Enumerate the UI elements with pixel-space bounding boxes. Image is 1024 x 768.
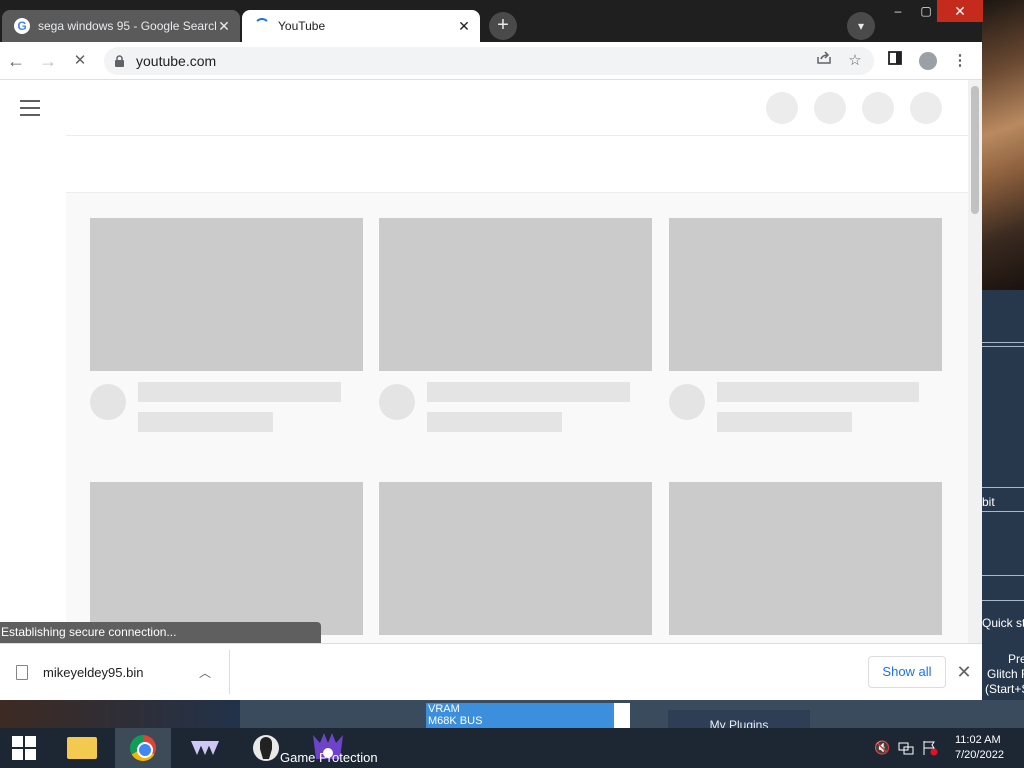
video-thumbnail-placeholder[interactable]	[669, 482, 942, 635]
tab-search-button[interactable]: ▾	[847, 12, 875, 40]
vram-label: VRAM	[428, 703, 460, 715]
browser-window: G sega windows 95 - Google Search ✕ YouT…	[0, 0, 983, 700]
download-file-name: mikeyeldey95.bin	[43, 664, 144, 680]
header-placeholder-circle	[814, 92, 846, 124]
loading-spinner-icon	[254, 18, 270, 34]
forward-button[interactable]: →	[37, 50, 59, 72]
header-placeholder-circle	[910, 92, 942, 124]
bg-label-pre: Pre	[1008, 652, 1024, 666]
m68k-bus-label: M68K BUS	[428, 715, 483, 727]
page-scrollbar[interactable]	[968, 80, 982, 643]
scrollbar-thumb[interactable]	[971, 86, 979, 214]
start-button[interactable]	[0, 728, 48, 768]
downloads-bar: mikeyeldey95.bin ︿ Show all ✕	[0, 643, 982, 700]
video-thumbnail-placeholder[interactable]	[379, 218, 652, 371]
header-placeholder-circle	[862, 92, 894, 124]
network-icon[interactable]	[898, 740, 914, 759]
new-tab-button[interactable]: +	[489, 12, 517, 40]
title-placeholder	[717, 382, 919, 402]
status-bubble: Establishing secure connection...	[0, 622, 321, 643]
download-item[interactable]: mikeyeldey95.bin ︿	[0, 650, 230, 694]
triangle-logo-icon	[191, 741, 219, 755]
file-icon	[16, 664, 28, 680]
lock-icon	[114, 55, 126, 67]
background-strip	[614, 703, 630, 728]
channel-avatar-placeholder	[669, 384, 705, 420]
video-thumbnail-placeholder[interactable]	[669, 218, 942, 371]
page-viewport	[0, 80, 968, 643]
bookmark-star-icon[interactable]: ☆	[845, 51, 865, 71]
bg-label-bit: bit	[982, 495, 995, 509]
show-all-button[interactable]: Show all	[868, 656, 946, 688]
video-thumbnail-placeholder[interactable]	[90, 482, 363, 635]
profile-avatar[interactable]	[918, 51, 938, 71]
hamburger-menu-icon[interactable]	[20, 100, 40, 116]
channel-avatar-placeholder	[379, 384, 415, 420]
meta-placeholder	[138, 412, 273, 432]
back-button[interactable]: ←	[5, 50, 27, 72]
close-tab-icon[interactable]: ✕	[216, 18, 232, 34]
chrome-menu-icon[interactable]: ⋮	[950, 51, 970, 71]
channel-avatar-placeholder	[90, 384, 126, 420]
bg-label-glitch: Glitch F	[987, 667, 1024, 681]
chevron-up-icon[interactable]: ︿	[193, 664, 217, 681]
video-thumbnail-placeholder[interactable]	[90, 218, 363, 371]
title-placeholder	[138, 382, 341, 402]
tab-youtube[interactable]: YouTube ✕	[242, 10, 480, 42]
tab-title: YouTube	[278, 19, 326, 33]
address-bar[interactable]: youtube.com	[104, 47, 874, 75]
minimize-button[interactable]: –	[883, 0, 913, 22]
video-thumbnail-placeholder[interactable]	[379, 482, 652, 635]
stop-loading-button[interactable]: ✕	[69, 50, 91, 72]
bg-label-start-s: (Start+S	[985, 682, 1024, 696]
close-tab-icon[interactable]: ✕	[456, 18, 472, 34]
vram-panel: VRAM M68K BUS	[426, 703, 614, 728]
meta-placeholder	[717, 412, 852, 432]
tab-google-search[interactable]: G sega windows 95 - Google Search ✕	[2, 10, 240, 42]
browser-toolbar: ← → ✕ youtube.com ☆ ⋮	[0, 42, 982, 80]
windows-logo-icon	[12, 736, 36, 760]
video-grid-skeleton	[66, 193, 968, 643]
chrome-icon	[130, 735, 156, 761]
side-panel-icon[interactable]	[885, 51, 905, 71]
tab-title: sega windows 95 - Google Search	[38, 19, 216, 33]
clock-date: 7/20/2022	[955, 749, 1004, 761]
chrome-taskbar-button[interactable]	[115, 728, 171, 768]
desktop-wallpaper	[980, 0, 1024, 290]
tab-strip: G sega windows 95 - Google Search ✕ YouT…	[0, 0, 983, 42]
meta-placeholder	[427, 412, 562, 432]
chip-bar-placeholder	[66, 135, 968, 193]
clock-time: 11:02 AM	[955, 734, 1001, 746]
taskbar	[0, 728, 1024, 768]
close-window-button[interactable]: ✕	[937, 0, 983, 22]
close-downloads-bar-icon[interactable]: ✕	[954, 660, 974, 684]
masked-figure-icon	[253, 735, 279, 761]
action-center-flag-icon[interactable]	[922, 740, 938, 759]
google-g-icon: G	[14, 18, 30, 34]
folder-icon	[67, 737, 97, 759]
share-icon[interactable]	[814, 51, 834, 71]
address-url: youtube.com	[136, 53, 217, 69]
app-taskbar-button[interactable]	[177, 728, 233, 768]
bg-label-quick-start: Quick sta	[982, 616, 1024, 630]
game-protection-label: Game Protection	[280, 750, 378, 765]
system-clock[interactable]: 11:02 AM 7/20/2022	[955, 733, 1004, 763]
header-placeholder-circle	[766, 92, 798, 124]
volume-muted-icon[interactable]: 🔇	[874, 740, 890, 756]
title-placeholder	[427, 382, 630, 402]
background-app-window: bit Quick sta Pre Glitch F (Start+S	[980, 290, 1024, 728]
file-explorer-button[interactable]	[54, 728, 110, 768]
